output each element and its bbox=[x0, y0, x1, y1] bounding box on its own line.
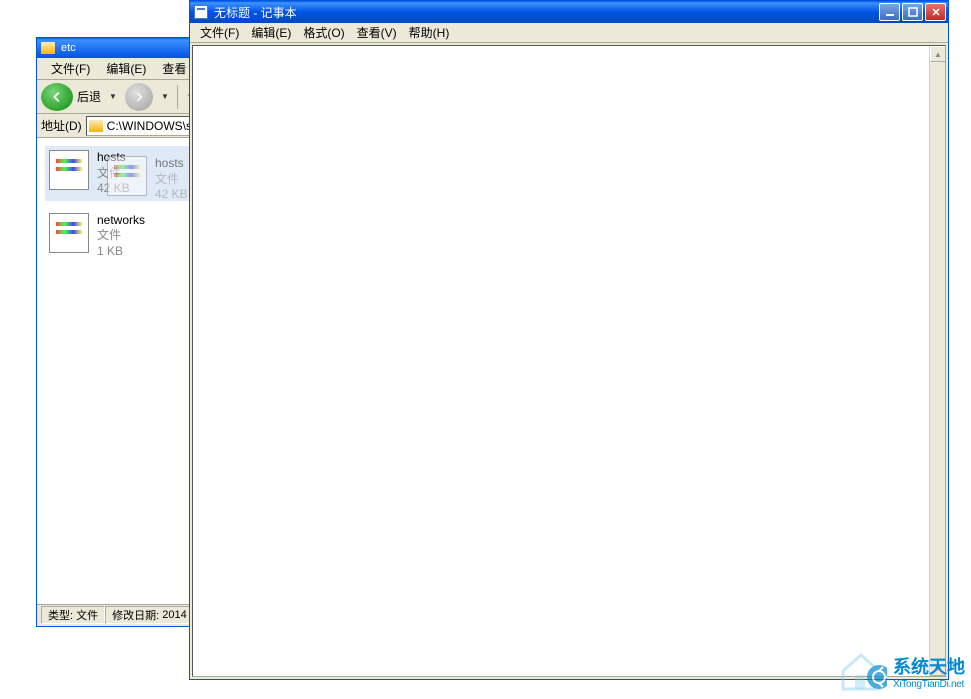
notepad-menubar: 文件(F) 编辑(E) 格式(O) 查看(V) 帮助(H) bbox=[190, 23, 948, 43]
watermark-house-icon bbox=[835, 649, 887, 693]
notepad-titlebar[interactable]: 无标题 - 记事本 bbox=[190, 1, 948, 23]
file-item-networks[interactable]: networks 文件 1 KB bbox=[45, 209, 195, 264]
notepad-textarea[interactable]: ▲ ▼ bbox=[192, 45, 946, 677]
scroll-up-icon[interactable]: ▲ bbox=[930, 46, 946, 62]
back-button[interactable] bbox=[41, 83, 73, 111]
file-size: 1 KB bbox=[97, 244, 145, 260]
close-button[interactable] bbox=[925, 3, 946, 21]
back-dropdown-icon[interactable]: ▼ bbox=[105, 92, 121, 101]
file-name: networks bbox=[97, 213, 145, 229]
notepad-icon bbox=[194, 5, 208, 19]
notepad-window: 无标题 - 记事本 文件(F) 编辑(E) 格式(O) 查看(V) 帮助(H) … bbox=[189, 0, 949, 680]
notepad-title: 无标题 - 记事本 bbox=[214, 4, 879, 21]
watermark: 系统天地 XiTongTianDi.net bbox=[835, 649, 965, 693]
forward-button[interactable] bbox=[125, 83, 153, 111]
explorer-title: etc bbox=[61, 42, 76, 54]
explorer-menu-edit[interactable]: 编辑(E) bbox=[98, 58, 154, 79]
file-type: 文件 bbox=[97, 228, 145, 244]
address-path: C:\WINDOWS\s bbox=[107, 119, 192, 133]
file-icon bbox=[107, 156, 147, 196]
watermark-title: 系统天地 bbox=[893, 653, 965, 679]
back-label: 后退 bbox=[77, 88, 101, 105]
notepad-menu-format[interactable]: 格式(O) bbox=[297, 22, 350, 43]
watermark-url: XiTongTianDi.net bbox=[893, 679, 965, 690]
drag-ghost: hosts 文件 42 KB bbox=[107, 156, 188, 203]
folder-icon bbox=[41, 42, 55, 54]
notepad-menu-edit[interactable]: 编辑(E) bbox=[245, 22, 297, 43]
forward-dropdown-icon[interactable]: ▼ bbox=[157, 92, 173, 101]
file-icon bbox=[49, 150, 89, 190]
notepad-menu-file[interactable]: 文件(F) bbox=[194, 22, 245, 43]
status-type: 类型: 文件 bbox=[41, 606, 105, 624]
minimize-button[interactable] bbox=[879, 3, 900, 21]
notepad-menu-view[interactable]: 查看(V) bbox=[351, 22, 403, 43]
status-date: 修改日期: 2014 bbox=[105, 606, 194, 624]
vertical-scrollbar[interactable]: ▲ ▼ bbox=[929, 46, 945, 676]
explorer-menu-file[interactable]: 文件(F) bbox=[43, 58, 98, 79]
address-label: 地址(D) bbox=[41, 117, 82, 134]
address-folder-icon bbox=[89, 120, 103, 132]
file-icon bbox=[49, 213, 89, 253]
maximize-button[interactable] bbox=[902, 3, 923, 21]
notepad-menu-help[interactable]: 帮助(H) bbox=[403, 22, 456, 43]
